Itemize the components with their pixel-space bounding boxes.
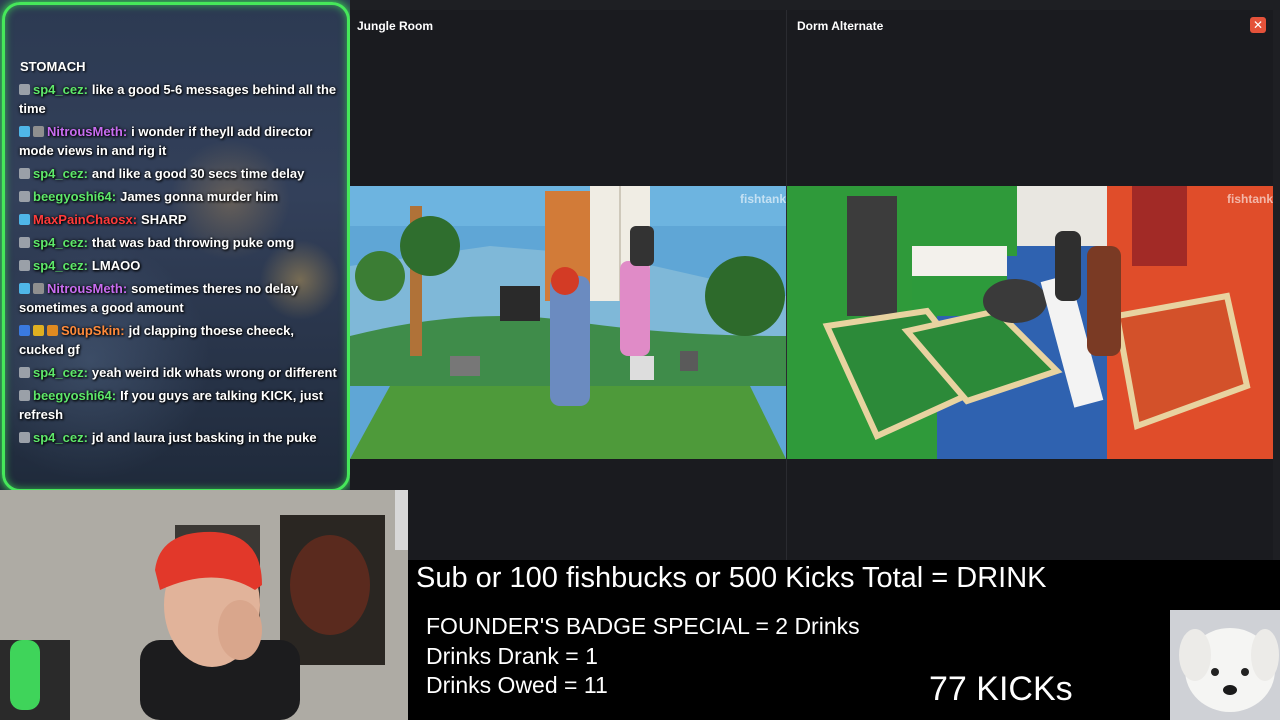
chat-badge-icon — [19, 390, 30, 401]
chat-username[interactable]: sp4_cez: — [33, 82, 88, 97]
chat-message: sp4_cez: that was bad throwing puke omg — [19, 233, 337, 252]
chat-message: NitrousMeth: sometimes theres no delay so… — [19, 279, 337, 317]
chat-badge-icon — [19, 237, 30, 248]
streamer-webcam — [0, 490, 408, 720]
chat-message: MaxPainChaosx: SHARP — [19, 210, 337, 229]
drinks-owed-text: Drinks Owed = 11 — [426, 672, 608, 698]
chat-badge-icon — [19, 168, 30, 179]
chat-username[interactable]: beegyoshi64: — [33, 189, 116, 204]
feed-watermark: fishtank — [739, 192, 786, 206]
chat-message: sp4_cez: and like a good 30 secs time del… — [19, 164, 337, 183]
chat-message-text: yeah weird idk whats wrong or different — [91, 365, 337, 380]
chat-message: sp4_cez: jd and laura just basking in the… — [19, 428, 337, 447]
chat-message-text: jd and laura just basking in the puke — [91, 430, 317, 445]
chat-badge-icon — [19, 260, 30, 271]
camera-title: Jungle Room — [357, 19, 434, 33]
white-dog-picture — [1170, 610, 1280, 720]
chat-username[interactable]: sp4_cez: — [33, 166, 88, 181]
chat-message: sp4_cez: yeah weird idk whats wrong or di… — [19, 363, 337, 382]
camera-panel-dorm-alternate[interactable]: Dorm Alternate ✕ fishtank — [786, 10, 1273, 560]
chat-username[interactable]: sp4_cez: — [33, 235, 88, 250]
chat-badge-icon — [19, 191, 30, 202]
chat-username[interactable]: beegyoshi64: — [33, 388, 116, 403]
chat-badge-icon — [19, 367, 30, 378]
chat-username[interactable]: S0upSkin: — [61, 323, 125, 338]
chat-username[interactable]: NitrousMeth: — [47, 281, 127, 296]
chat-username[interactable]: sp4_cez: — [33, 258, 88, 273]
kicks-counter: 77 KICKs — [929, 670, 1073, 708]
chat-username[interactable]: sp4_cez: — [33, 430, 88, 445]
chat-badge-icon — [19, 325, 30, 336]
chat-message: beegyoshi64: If you guys are talking KICK… — [19, 386, 337, 424]
dog-image — [1170, 610, 1280, 720]
drinks-drank-text: Drinks Drank = 1 — [426, 643, 598, 669]
chat-badge-icon — [33, 283, 44, 294]
founders-special-text: FOUNDER'S BADGE SPECIAL = 2 Drinks — [426, 613, 860, 639]
drink-rule-headline: Sub or 100 fishbucks or 500 Kicks Total … — [416, 562, 1047, 594]
camera-title: Dorm Alternate — [797, 19, 884, 33]
chat-message: S0upSkin: jd clapping thoese cheeck, cuck… — [19, 321, 337, 359]
chat-badge-icon — [19, 84, 30, 95]
chat-message: sp4_cez: LMAOO — [19, 256, 337, 275]
chat-username[interactable]: MaxPainChaosx: — [33, 212, 137, 227]
dorm-room-scene — [787, 186, 1273, 459]
chat-badge-icon — [33, 126, 44, 137]
chat-badge-icon — [19, 432, 30, 443]
chat-message-text: James gonna murder him — [120, 189, 279, 204]
chat-message: NitrousMeth: i wonder if theyll add direc… — [19, 122, 337, 160]
chat-badge-icon — [19, 214, 30, 225]
camera-feed-dorm-alternate[interactable]: fishtank — [787, 186, 1273, 459]
chat-message: sp4_cez: like a good 5-6 messages behind … — [19, 80, 337, 118]
chat-username[interactable]: NitrousMeth: — [47, 124, 127, 139]
chat-username[interactable]: sp4_cez: — [33, 365, 88, 380]
chat-message-text: LMAOO — [91, 258, 141, 273]
chat-badge-icon — [47, 325, 58, 336]
camera-panel-jungle-room[interactable]: Jungle Room fishtank — [350, 10, 786, 560]
chat-message: beegyoshi64: James gonna murder him — [19, 187, 337, 206]
jungle-room-scene — [350, 186, 786, 459]
chat-message-text: that was bad throwing puke omg — [91, 235, 295, 250]
webcam-scene — [0, 490, 408, 720]
close-button[interactable]: ✕ — [1250, 17, 1266, 33]
chat-message-text: and like a good 30 secs time delay — [91, 166, 305, 181]
chat-header: STOMACH — [20, 59, 86, 74]
chat-overlay: STOMACH sp4_cez: like a good 5-6 messages… — [0, 0, 350, 490]
chat-message-text: SHARP — [141, 212, 187, 227]
chat-badge-icon — [19, 126, 30, 137]
chat-message-list: sp4_cez: like a good 5-6 messages behind … — [19, 80, 337, 451]
camera-feed-jungle-room[interactable]: fishtank — [350, 186, 786, 459]
chat-badge-icon — [19, 283, 30, 294]
feed-watermark: fishtank — [1226, 192, 1273, 206]
chat-badge-icon — [33, 325, 44, 336]
drink-info-panel: Sub or 100 fishbucks or 500 Kicks Total … — [408, 560, 1280, 720]
